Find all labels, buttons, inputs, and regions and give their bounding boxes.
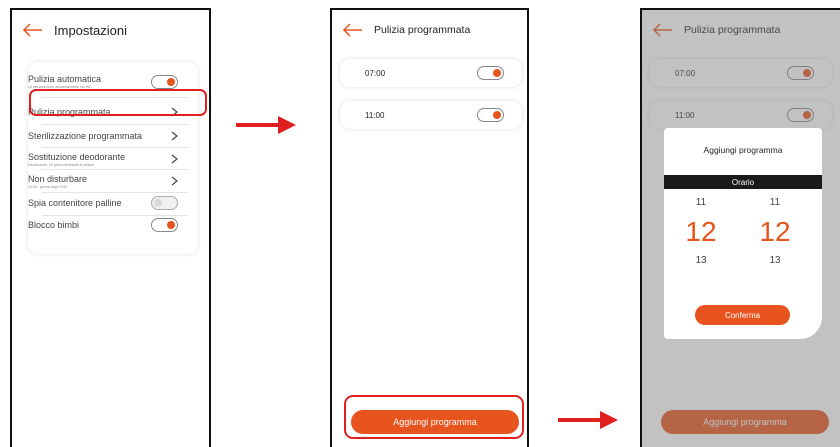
- back-arrow-icon[interactable]: [22, 23, 44, 37]
- hour-prev[interactable]: 11: [676, 193, 726, 213]
- add-schedule-modal-screen: Pulizia programmata 07:00 11:00 Aggiungi…: [640, 8, 840, 447]
- toggle-knob: [493, 111, 501, 119]
- page-title: Impostazioni: [54, 22, 127, 38]
- schedule-item: 07:00: [340, 59, 522, 87]
- toggle-knob: [154, 199, 162, 207]
- chevron-right-icon: [171, 154, 178, 164]
- scheduled-cleaning-screen: Pulizia programmata 07:00 11:00 Aggiungi…: [330, 8, 529, 447]
- schedule-time: 07:00: [365, 68, 386, 78]
- toggle-knob: [493, 69, 501, 77]
- setting-label: Pulizia automatica: [28, 74, 102, 84]
- setting-row-pulizia-automatica: Pulizia automatica 10 secondi dopo amazi…: [28, 74, 178, 89]
- setting-label: Blocco bimbi: [28, 220, 80, 230]
- divider: [42, 147, 188, 148]
- modal-title: Aggiungi programma: [703, 145, 783, 155]
- schedule-toggle[interactable]: [477, 108, 504, 122]
- setting-row-blocco-bimbi: Blocco bimbi: [28, 217, 178, 233]
- header: Pulizia programmata: [332, 10, 527, 50]
- blocco-bimbi-toggle[interactable]: [151, 218, 178, 232]
- divider: [42, 124, 188, 125]
- page-title: Pulizia programmata: [374, 24, 471, 36]
- divider: [42, 215, 188, 216]
- back-arrow-icon[interactable]: [342, 23, 364, 37]
- schedule-item: 11:00: [340, 101, 522, 129]
- divider: [42, 169, 188, 170]
- arrow-right-icon: [236, 116, 296, 134]
- setting-label: Sterilizzazione programmata: [28, 131, 143, 141]
- highlight-pulizia-programmata: [29, 89, 207, 116]
- minute-next[interactable]: 13: [750, 251, 800, 271]
- setting-row-non-disturbare[interactable]: Non disturbare 22:00 - giorno dopo 9:00: [28, 171, 178, 191]
- header: Impostazioni: [12, 10, 209, 50]
- hour-next[interactable]: 13: [676, 251, 726, 271]
- setting-row-deodorante[interactable]: Sostituzione deodorante Deodorante: 15 g…: [28, 149, 178, 169]
- add-schedule-modal: Aggiungi programma Orario 11 12 13 11 12…: [664, 128, 822, 339]
- settings-screen: Impostazioni Pulizia automatica 10 secon…: [10, 8, 211, 447]
- hour-current[interactable]: 12: [676, 213, 726, 251]
- setting-label: Non disturbare: [28, 173, 88, 184]
- add-schedule-button[interactable]: Aggiungi programma: [351, 410, 519, 434]
- minute-picker[interactable]: 11 12 13: [750, 193, 800, 271]
- divider: [42, 192, 188, 193]
- hour-picker[interactable]: 11 12 13: [676, 193, 726, 271]
- schedule-toggle[interactable]: [477, 66, 504, 80]
- setting-label: Spia contenitore palline: [28, 198, 122, 208]
- arrow-right-icon: [558, 411, 618, 429]
- minute-current[interactable]: 12: [750, 213, 800, 251]
- chevron-right-icon: [171, 176, 178, 186]
- setting-sublabel: Deodorante: 15 giorni rimanenti di utili…: [28, 162, 95, 167]
- schedule-time: 11:00: [365, 110, 385, 120]
- spia-contenitore-toggle[interactable]: [151, 196, 178, 210]
- setting-sublabel: 22:00 - giorno dopo 9:00: [28, 184, 68, 189]
- setting-label: Sostituzione deodorante: [28, 151, 126, 162]
- confirm-button[interactable]: Conferma: [695, 305, 790, 325]
- setting-row-sterilizzazione[interactable]: Sterilizzazione programmata: [28, 126, 178, 146]
- minute-prev[interactable]: 11: [750, 193, 800, 213]
- pulizia-automatica-toggle[interactable]: [151, 74, 178, 89]
- toggle-knob: [167, 221, 175, 229]
- setting-row-spia-contenitore: Spia contenitore palline: [28, 195, 178, 211]
- toggle-knob: [167, 77, 175, 86]
- time-picker-header: Orario: [664, 175, 822, 189]
- chevron-right-icon: [171, 131, 178, 141]
